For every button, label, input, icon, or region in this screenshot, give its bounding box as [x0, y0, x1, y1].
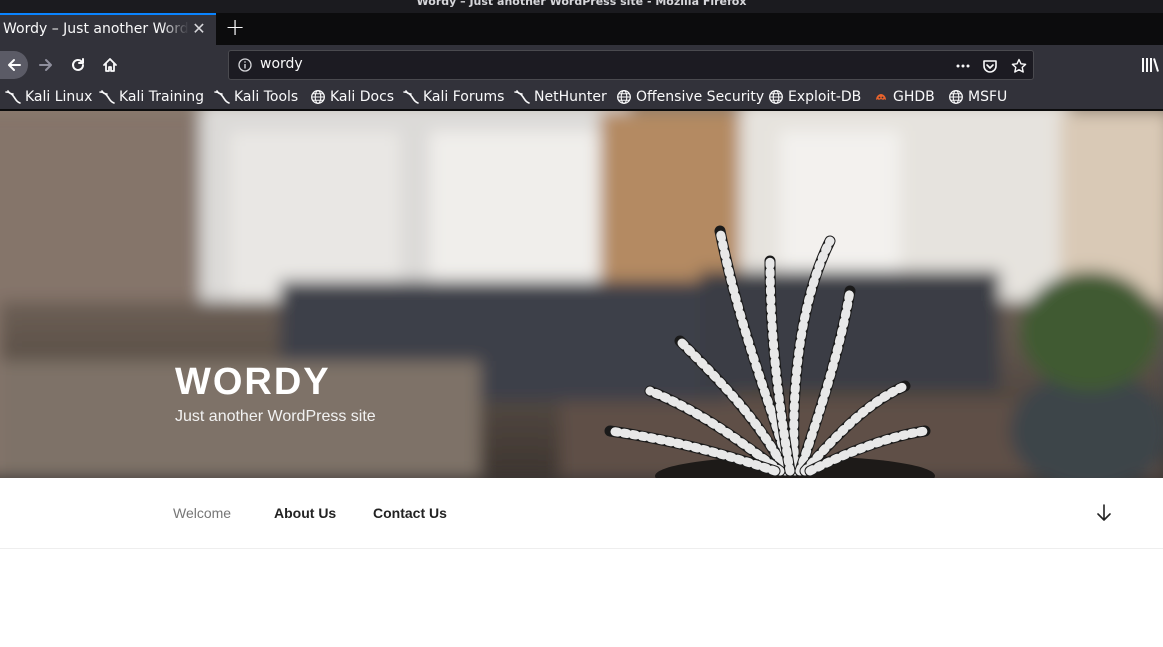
site-header: WORDY Just another WordPress site — [0, 111, 1163, 478]
bookmark-label: MSFU — [968, 89, 1008, 105]
bookmarks-toolbar: Kali Linux Kali Training Kali Tools Kali… — [0, 85, 1163, 110]
bookmark-ghdb[interactable]: GHDB — [873, 87, 935, 107]
home-icon — [103, 58, 117, 72]
page-actions-button[interactable] — [953, 56, 973, 76]
bookmark-label: Exploit-DB — [788, 89, 862, 105]
bookmark-msfu[interactable]: MSFU — [948, 87, 1007, 107]
pocket-button[interactable] — [980, 56, 1000, 76]
globe-icon — [616, 89, 632, 105]
bookmark-label: Kali Tools — [234, 89, 299, 105]
kali-dragon-icon — [514, 89, 530, 105]
arrow-right-icon — [39, 59, 52, 71]
bookmark-star-button[interactable] — [1009, 56, 1029, 76]
site-navigation: Welcome About Us Contact Us — [0, 478, 1163, 549]
bookmark-kali-docs[interactable]: Kali Docs — [310, 87, 394, 107]
bookmark-kali-training[interactable]: Kali Training — [99, 87, 204, 107]
kali-dragon-icon — [214, 89, 230, 105]
more-horizontal-icon — [956, 64, 970, 68]
tab-strip: Wordy – Just another WordPress site ✕ + — [0, 13, 1163, 45]
globe-icon — [948, 89, 964, 105]
navigation-toolbar: wordy — [0, 45, 1163, 85]
window-title: Wordy – Just another WordPress site - Mo… — [416, 0, 747, 8]
pocket-icon — [983, 60, 997, 73]
bookmark-kali-forums[interactable]: Kali Forums — [403, 87, 504, 107]
globe-icon — [310, 89, 326, 105]
back-button[interactable] — [0, 51, 28, 79]
ghdb-icon — [873, 89, 889, 105]
menu-item-about-us[interactable]: About Us — [274, 505, 336, 521]
bookmark-kali-tools[interactable]: Kali Tools — [214, 87, 298, 107]
reload-button[interactable] — [64, 51, 92, 79]
arrow-left-icon — [8, 59, 21, 71]
arrow-down-icon[interactable] — [1093, 502, 1115, 524]
page-content — [0, 549, 1163, 647]
menu-item-contact-us[interactable]: Contact Us — [373, 505, 447, 521]
close-tab-icon[interactable]: ✕ — [190, 19, 208, 39]
bookmark-label: Offensive Security — [636, 89, 765, 105]
star-icon — [1011, 58, 1027, 73]
kali-dragon-icon — [403, 89, 419, 105]
url-bar[interactable]: wordy — [228, 50, 1034, 80]
menu-item-welcome[interactable]: Welcome — [173, 505, 231, 521]
tab-wordy[interactable]: Wordy – Just another WordPress site ✕ — [0, 13, 216, 45]
bookmark-label: Kali Training — [119, 89, 204, 105]
bookmark-kali-linux[interactable]: Kali Linux — [5, 87, 92, 107]
url-text[interactable]: wordy — [260, 56, 303, 72]
forward-button[interactable] — [32, 51, 60, 79]
info-icon[interactable] — [237, 57, 253, 73]
new-tab-button[interactable]: + — [222, 15, 248, 41]
bookmark-nethunter[interactable]: NetHunter — [514, 87, 607, 107]
browser-chrome: Wordy – Just another WordPress site - Mo… — [0, 0, 1163, 111]
kali-dragon-icon — [99, 89, 115, 105]
site-title[interactable]: WORDY — [175, 361, 331, 404]
home-button[interactable] — [96, 51, 124, 79]
globe-icon — [768, 89, 784, 105]
bookmark-label: Kali Forums — [423, 89, 505, 105]
kali-dragon-icon — [5, 89, 21, 105]
bookmark-label: Kali Linux — [25, 89, 93, 105]
tab-title: Wordy – Just another WordPress site — [3, 21, 189, 37]
window-titlebar: Wordy – Just another WordPress site - Mo… — [0, 0, 1163, 13]
site-description: Just another WordPress site — [175, 408, 376, 425]
bookmark-label: GHDB — [893, 89, 935, 105]
library-icon[interactable] — [1140, 55, 1160, 75]
reload-icon — [72, 58, 84, 71]
bookmark-label: Kali Docs — [330, 89, 395, 105]
bookmark-offensive-security[interactable]: Offensive Security — [616, 87, 764, 107]
bookmark-exploit-db[interactable]: Exploit-DB — [768, 87, 861, 107]
bookmark-label: NetHunter — [534, 89, 607, 105]
